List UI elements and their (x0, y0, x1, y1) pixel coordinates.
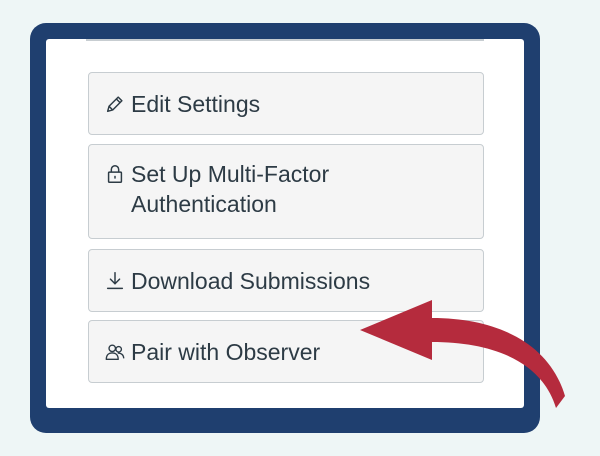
page: Edit Settings Set Up Multi-Factor Authen… (0, 0, 600, 456)
observer-icon (103, 337, 127, 367)
download-submissions-button[interactable]: Download Submissions (88, 249, 484, 312)
pair-with-observer-button[interactable]: Pair with Observer (88, 320, 484, 383)
edit-settings-button[interactable]: Edit Settings (88, 72, 484, 135)
profile-actions-panel: Edit Settings Set Up Multi-Factor Authen… (46, 39, 524, 408)
section-divider (86, 39, 484, 41)
download-submissions-label: Download Submissions (131, 267, 371, 294)
setup-mfa-label: Set Up Multi-Factor Authentication (131, 161, 330, 217)
edit-settings-label: Edit Settings (131, 90, 261, 117)
lock-icon (103, 159, 127, 189)
pencil-icon (103, 89, 127, 119)
download-icon (103, 266, 127, 296)
setup-mfa-button[interactable]: Set Up Multi-Factor Authentication (88, 144, 484, 239)
pair-with-observer-label: Pair with Observer (131, 338, 321, 365)
